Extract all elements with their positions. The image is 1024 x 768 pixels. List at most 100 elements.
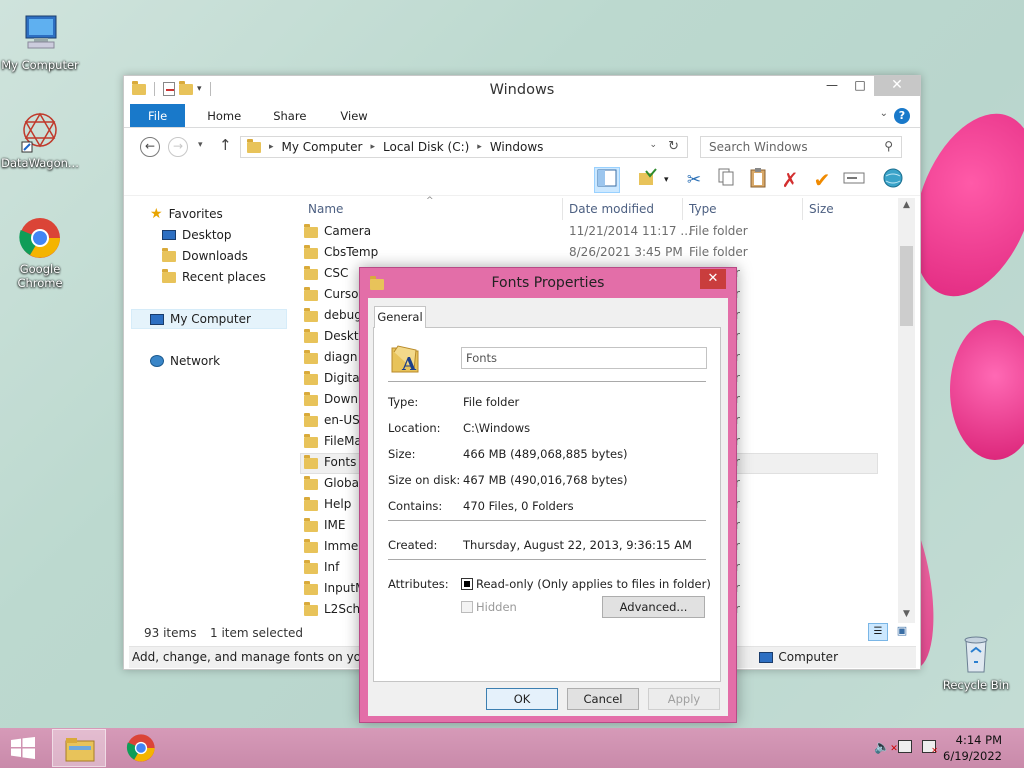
list-item[interactable]: Down [304, 389, 358, 410]
dialog-close-button[interactable]: ✕ [700, 269, 726, 289]
taskbar-chrome-button[interactable] [126, 733, 158, 763]
list-item[interactable]: IME [304, 515, 345, 536]
nav-recent-places[interactable]: Recent places [162, 267, 266, 287]
search-input[interactable]: Search Windows ⚲ [700, 136, 902, 158]
copy-icon[interactable] [713, 167, 739, 193]
column-headers: Name ^ Date modified Type Size [300, 196, 882, 220]
advanced-button[interactable]: Advanced... [602, 596, 705, 618]
list-item[interactable]: CbsTemp [304, 242, 378, 263]
folder-icon [304, 455, 318, 469]
system-clock[interactable]: 4:14 PM 6/19/2022 [943, 732, 1002, 764]
column-type[interactable]: Type [689, 202, 717, 216]
vertical-scrollbar[interactable]: ▲ ▼ [898, 198, 915, 623]
list-item[interactable]: Camera [304, 221, 371, 242]
tab-general[interactable]: General [374, 306, 426, 328]
nav-my-computer[interactable]: My Computer [131, 309, 287, 329]
minimize-button[interactable]: — [818, 76, 846, 96]
network-tray-icon[interactable] [898, 740, 912, 753]
column-name[interactable]: Name [308, 202, 343, 216]
computer-icon [150, 313, 164, 325]
list-item[interactable]: diagn [304, 347, 358, 368]
desktop-icon-datawagon[interactable]: DataWagon... [0, 110, 80, 170]
tab-file[interactable]: File [130, 104, 186, 127]
folder-name-input[interactable]: Fonts [461, 347, 707, 369]
ok-button[interactable]: OK [486, 688, 558, 710]
column-size[interactable]: Size [809, 202, 834, 216]
readonly-checkbox[interactable] [461, 578, 473, 590]
list-item[interactable]: FileMa [304, 431, 362, 452]
hidden-checkbox[interactable] [461, 601, 473, 613]
folder-options-icon[interactable] [634, 167, 660, 193]
file-name: CbsTemp [324, 245, 379, 259]
desktop-icon [162, 230, 176, 240]
close-button[interactable]: ✕ [874, 76, 920, 96]
nav-label: Recent places [182, 270, 266, 284]
apply-button[interactable]: Apply [648, 688, 720, 710]
list-item[interactable]: Inf [304, 557, 339, 578]
list-item[interactable]: Digita [304, 368, 360, 389]
breadcrumb-local-disk[interactable]: Local Disk (C:) [383, 140, 469, 154]
desktop-icon-recycle-bin[interactable]: Recycle Bin [936, 632, 1016, 692]
list-item[interactable]: L2Sch [304, 599, 360, 620]
column-date-modified[interactable]: Date modified [569, 202, 654, 216]
help-icon[interactable]: ? [894, 108, 910, 124]
paste-icon[interactable] [745, 167, 771, 193]
nav-downloads[interactable]: Downloads [162, 246, 248, 266]
nav-favorites[interactable]: ★ Favorites [150, 204, 223, 224]
list-item[interactable]: en-US [304, 410, 360, 431]
details-view-icon[interactable]: ☰ [868, 623, 888, 641]
breadcrumb-windows[interactable]: Windows [490, 140, 544, 154]
tab-home[interactable]: Home [185, 104, 255, 127]
created-label: Created: [388, 538, 438, 552]
folder-icon [304, 602, 318, 616]
size-on-disk-value: 467 MB (490,016,768 bytes) [463, 473, 628, 487]
scroll-thumb[interactable] [900, 246, 913, 326]
desktop-icon-google-chrome[interactable]: Google Chrome [0, 216, 80, 290]
tab-share[interactable]: Share [255, 104, 320, 127]
desktop-icon-my-computer[interactable]: My Computer [0, 12, 80, 72]
list-item[interactable]: Help [304, 494, 351, 515]
breadcrumb-my-computer[interactable]: My Computer [282, 140, 363, 154]
list-item[interactable]: Curso [304, 284, 359, 305]
file-date: 8/26/2021 3:45 PM [569, 245, 683, 259]
forward-button[interactable]: → [168, 137, 188, 157]
volume-muted-icon[interactable]: 🔈✕ [874, 740, 898, 755]
globe-icon[interactable] [880, 167, 906, 193]
back-button[interactable]: ← [140, 137, 160, 157]
cancel-button[interactable]: Cancel [567, 688, 639, 710]
cut-icon[interactable]: ✂ [681, 167, 707, 193]
tab-view[interactable]: View [320, 104, 381, 127]
ribbon-expand-icon[interactable]: ⌄ [880, 108, 888, 119]
taskbar: 🔈✕ ✕ 4:14 PM 6/19/2022 [0, 728, 1024, 768]
list-item[interactable]: Imme [304, 536, 358, 557]
start-button[interactable] [10, 737, 36, 759]
chrome-icon [18, 216, 62, 260]
address-bar[interactable]: ▸ My Computer ▸ Local Disk (C:) ▸ Window… [240, 136, 688, 158]
taskbar-explorer-button[interactable] [52, 729, 106, 767]
check-icon[interactable]: ✔ [809, 167, 835, 193]
sort-up-icon: ^ [426, 196, 434, 206]
preview-pane-icon[interactable] [594, 167, 620, 193]
rename-icon[interactable] [841, 167, 867, 193]
scroll-up-icon[interactable]: ▲ [898, 200, 915, 210]
nav-network[interactable]: Network [150, 351, 220, 371]
nav-desktop[interactable]: Desktop [162, 225, 232, 245]
recent-locations-icon[interactable]: ▾ [198, 140, 203, 150]
recycle-bin-icon [954, 632, 998, 676]
scroll-down-icon[interactable]: ▼ [898, 609, 915, 619]
list-item[interactable]: InputM [304, 578, 365, 599]
large-icons-view-icon[interactable]: ▣ [892, 623, 912, 641]
list-item[interactable]: CSC [304, 263, 348, 284]
maximize-button[interactable]: □ [846, 76, 874, 96]
action-center-icon[interactable]: ✕ [922, 740, 938, 755]
list-item[interactable]: debug [304, 305, 362, 326]
up-button[interactable]: ↑ [219, 136, 232, 154]
list-item[interactable]: Deskto [304, 326, 366, 347]
view-dropdown-icon[interactable]: ▾ [664, 175, 669, 185]
list-item[interactable]: Globa [304, 473, 359, 494]
refresh-icon[interactable]: ↻ [668, 139, 679, 154]
delete-icon[interactable]: ✗ [777, 167, 803, 193]
recent-places-icon [162, 268, 176, 283]
address-dropdown-icon[interactable]: ⌄ [649, 140, 657, 150]
list-item[interactable]: Fonts [304, 452, 356, 473]
